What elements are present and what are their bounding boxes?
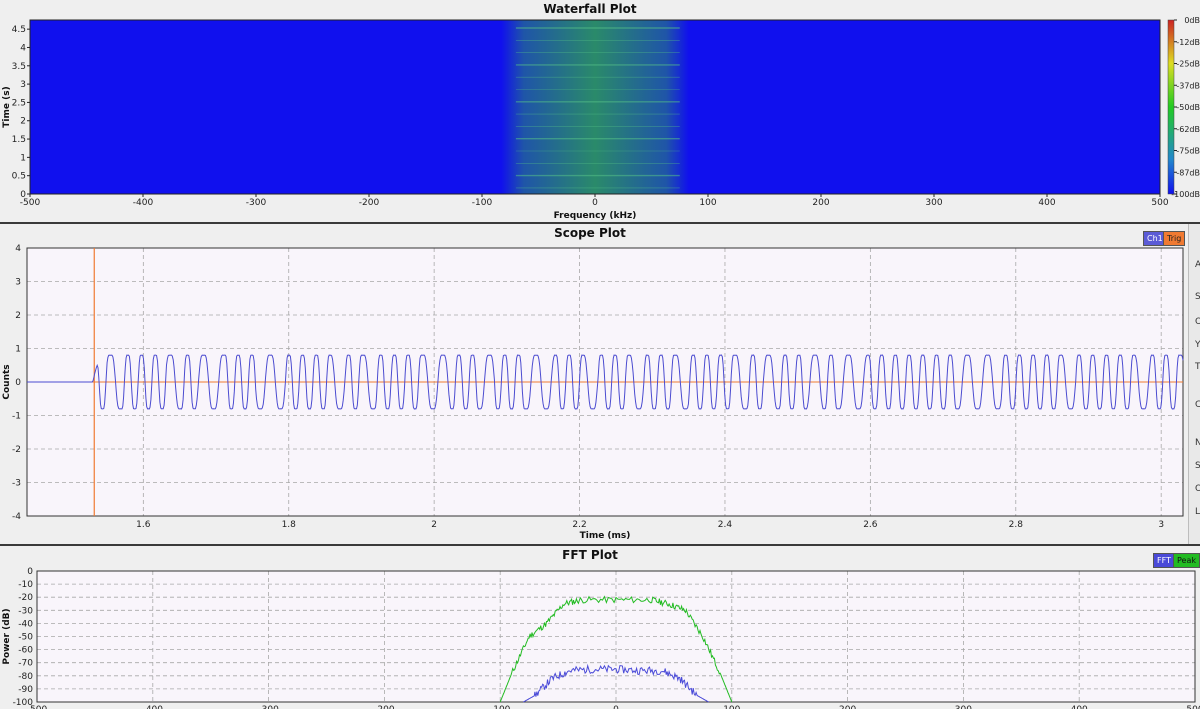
x-tick-label: 400 [1038,198,1055,208]
fft-panel: FFT Plot FFT Peak -500-400-300-200-10001… [0,546,1200,709]
y-tick-label: -20 [18,593,33,603]
colorbar-label: -75dB [1176,147,1200,156]
x-tick-label: 1.8 [282,520,297,530]
x-tick-label: 0 [592,198,598,208]
side-panel-label: A [1195,260,1200,270]
x-tick-label: 2 [431,520,437,530]
x-axis-label: Time (ms) [580,531,631,541]
y-axis-label: Power (dB) [2,608,12,664]
y-tick-label: 0.5 [12,172,26,182]
x-tick-label: -300 [246,198,267,208]
scope-chart[interactable]: 1.6 1.8 2 2.2 2.4 2.6 2.8 3 -4 -3 -2 -1 0 1 2 3 4 Time (m… [0,224,1190,544]
colorbar-label: -100dB [1171,190,1200,199]
x-tick-label: 300 [925,198,942,208]
side-panel-label: T [1195,362,1200,372]
y-tick-label: -3 [12,479,21,489]
y-axis-label: Counts [2,364,12,399]
x-tick-label: -400 [133,198,154,208]
scope-panel: Scope Plot Ch1 Trig 1.6 1.8 2 2.2 2.4 2.6 2.8 3… [0,224,1200,544]
colorbar-label: -12dB [1176,38,1200,47]
y-axis-label: Time (s) [2,86,12,127]
fft-chart[interactable]: -500-400-300-200-10001002003004005000-10… [0,546,1200,709]
y-tick-label: 0 [15,378,21,388]
x-tick-label: 2.6 [863,520,878,530]
y-tick-label: -10 [18,580,33,590]
colorbar-label: 0dB [1184,16,1200,25]
y-tick-label: 2 [15,311,21,321]
y-tick-label: 4 [20,43,26,53]
waterfall-panel: Waterfall Plot -500 -400 -300 -200 -100 0 100 2… [0,0,1200,222]
x-tick-label: 2.8 [1009,520,1024,530]
colorbar-label: -37dB [1176,81,1200,90]
waterfall-signal-band [501,20,689,194]
colorbar-label: -62dB [1176,125,1200,134]
x-tick-label: -100 [490,705,511,709]
y-tick-label: 3 [15,278,21,288]
x-tick-label: 400 [1071,705,1088,709]
y-tick-label: 4 [15,244,21,254]
colorbar-label: -25dB [1176,60,1200,69]
side-panel-label: Y [1195,340,1200,350]
y-tick-label: 3.5 [12,62,26,72]
colorbar-label: -50dB [1176,103,1200,112]
x-tick-label: 100 [699,198,716,208]
side-panel-label: O [1195,317,1200,327]
y-tick-label: -1 [12,412,21,422]
y-tick-label: 1.5 [12,135,26,145]
side-panel-label: N [1195,438,1200,448]
x-tick-label: 300 [955,705,972,709]
y-tick-label: 3 [20,80,26,90]
x-tick-label: 500 [1151,198,1168,208]
y-tick-label: -30 [18,606,33,616]
y-tick-label: 0 [20,190,26,200]
waterfall-chart[interactable]: -500 -400 -300 -200 -100 0 100 200 300 400 50000.5… [0,0,1200,222]
y-tick-label: 1 [15,345,21,355]
x-tick-label: -200 [374,705,395,709]
x-tick-label: 2.4 [718,520,733,530]
y-tick-label: -40 [18,619,33,629]
y-tick-label: -80 [18,672,33,682]
x-tick-label: 200 [839,705,856,709]
x-tick-label: 100 [723,705,740,709]
side-panel-label: O [1195,484,1200,494]
x-tick-label: 200 [812,198,829,208]
x-axis-label: Frequency (kHz) [554,211,637,221]
x-tick-label: 1.6 [136,520,151,530]
x-tick-label: -400 [143,705,164,709]
y-tick-label: -50 [18,633,33,643]
x-tick-label: -300 [258,705,279,709]
y-tick-label: 1 [20,153,26,163]
x-tick-label: 0 [613,705,619,709]
x-tick-label: 3 [1158,520,1164,530]
side-panel-label: S [1195,461,1200,471]
y-tick-label: -4 [12,512,21,522]
y-tick-label: -100 [13,698,34,708]
x-tick-label: -200 [359,198,380,208]
x-tick-label: 2.2 [572,520,586,530]
y-tick-label: 2.5 [12,98,26,108]
x-tick-label: -100 [472,198,493,208]
side-panel-label: S [1195,292,1200,302]
y-tick-label: 2 [20,117,26,127]
colorbar-label: -87dB [1176,168,1200,177]
y-tick-label: 0 [27,567,33,577]
x-tick-label: 500 [1186,705,1200,709]
side-panel-label: L [1195,507,1200,517]
y-tick-label: -60 [18,646,33,656]
y-tick-label: -70 [18,659,33,669]
y-tick-label: -90 [18,685,33,695]
scope-side-panel[interactable] [1188,224,1200,544]
colorbar [1167,19,1175,195]
side-panel-label: C [1195,400,1200,410]
y-tick-label: -2 [12,445,21,455]
y-tick-label: 4.5 [12,25,26,35]
